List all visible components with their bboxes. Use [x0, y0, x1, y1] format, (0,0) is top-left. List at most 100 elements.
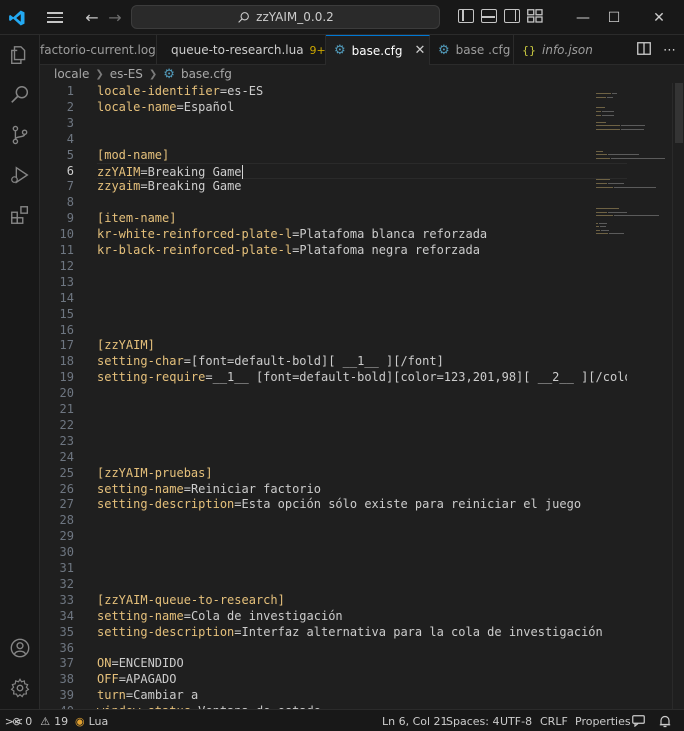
code-line[interactable]	[97, 115, 627, 131]
settings-gear-icon[interactable]	[0, 670, 40, 706]
tab-queue-to-research-lua[interactable]: queue-to-research.lua 9+	[157, 35, 326, 65]
code-line[interactable]: setting-char=[font=default-bold][ __1__ …	[97, 353, 627, 369]
code-line[interactable]: setting-name=Cola de investigación	[97, 608, 627, 624]
tab-factorio-current-log[interactable]: factorio-current.log	[40, 35, 157, 65]
tab-info-json[interactable]: {} info.json	[514, 35, 602, 65]
code-line[interactable]: ON=ENCENDIDO	[97, 655, 627, 671]
minimap-line	[596, 154, 607, 156]
line-number: 1	[66, 84, 74, 98]
code-editor[interactable]: 1 2 3 4 5 6 7 8 9 10 11 12 13 14 15 16 17 18 19 20 21 22 23 24 2…	[40, 83, 684, 709]
section-header: [item-name]	[97, 211, 177, 226]
code-line[interactable]	[97, 258, 627, 274]
code-line[interactable]: setting-description=Interfaz alternativa…	[97, 624, 627, 640]
code-line[interactable]	[97, 576, 627, 592]
code-line[interactable]	[97, 306, 627, 322]
code-line[interactable]	[97, 560, 627, 576]
line-number: 9	[66, 211, 74, 226]
code-line[interactable]	[97, 194, 627, 210]
section-header: [zzYAIM-queue-to-research]	[97, 592, 285, 607]
code-line[interactable]: turn=Cambiar a	[97, 687, 627, 703]
config-key: kr-black-reinforced-plate-l	[97, 243, 293, 257]
language-mode-indicator[interactable]: ◉ Lua	[75, 710, 108, 731]
breadcrumb-item[interactable]: base.cfg	[181, 67, 232, 81]
vertical-scrollbar[interactable]	[672, 83, 684, 709]
code-line[interactable]: setting-description=Esta opción sólo exi…	[97, 496, 627, 512]
feedback-icon[interactable]	[632, 710, 645, 731]
code-line[interactable]: [item-name]	[97, 210, 627, 226]
equals-sign: =	[234, 624, 242, 639]
code-line[interactable]	[97, 385, 627, 401]
line-number: 32	[59, 576, 74, 591]
code-line[interactable]	[97, 544, 627, 560]
close-tab-icon[interactable]: ✕	[415, 43, 426, 58]
command-center-search[interactable]: zzYAIM_0.0.2	[131, 5, 440, 29]
code-line[interactable]: [zzYAIM-pruebas]	[97, 465, 627, 481]
code-line[interactable]: locale-identifier=es-ES	[97, 83, 627, 99]
tab-base-cfg[interactable]: ⚙ base.cfg ✕	[326, 35, 430, 65]
customize-layout-icon[interactable]	[527, 9, 543, 23]
menu-icon[interactable]	[44, 0, 66, 35]
code-line[interactable]	[97, 512, 627, 528]
toggle-primary-sidebar-icon[interactable]	[458, 9, 474, 23]
code-line[interactable]	[97, 274, 627, 290]
config-value: [font=default-bold][ __1__ ][/font]	[190, 354, 444, 369]
code-line[interactable]	[97, 640, 627, 656]
line-number: 23	[59, 433, 74, 448]
code-line[interactable]: [zzYAIM-queue-to-research]	[97, 592, 627, 608]
config-key: setting-description	[97, 497, 235, 512]
config-key: locale-identifier	[97, 84, 220, 98]
more-actions-icon[interactable]: ⋯	[663, 43, 676, 58]
properties-button[interactable]: Properties	[575, 710, 631, 731]
code-line[interactable]: [mod-name]	[97, 147, 627, 163]
code-line[interactable]	[97, 449, 627, 465]
minimize-button[interactable]: —	[566, 0, 600, 35]
minimap-line	[602, 114, 615, 116]
extensions-icon[interactable]	[0, 197, 40, 233]
minimap-line	[596, 186, 614, 188]
code-line[interactable]	[97, 131, 627, 147]
problems-indicator[interactable]: ⊗ 0 ⚠ 19	[12, 710, 68, 731]
code-line[interactable]	[97, 290, 627, 306]
explorer-icon[interactable]	[0, 37, 40, 73]
code-line[interactable]: kr-black-reinforced-plate-l=Platafoma ne…	[97, 242, 627, 258]
breadcrumb-item[interactable]: es-ES	[110, 67, 143, 81]
search-icon[interactable]	[0, 77, 40, 113]
encoding-setting[interactable]: UTF-8	[500, 710, 532, 731]
scrollbar-thumb[interactable]	[675, 83, 683, 143]
toggle-secondary-sidebar-icon[interactable]	[504, 9, 520, 23]
run-and-debug-icon[interactable]	[0, 157, 40, 193]
back-arrow-icon[interactable]: ←	[83, 0, 101, 35]
line-number: 13	[59, 274, 74, 289]
maximize-button[interactable]: ☐	[597, 0, 631, 35]
forward-arrow-icon[interactable]: →	[106, 0, 124, 35]
minimap-line	[596, 96, 606, 98]
eol-setting[interactable]: CRLF	[540, 710, 568, 731]
code-line[interactable]: kr-white-reinforced-plate-l=Platafoma bl…	[97, 226, 627, 242]
minimap[interactable]	[592, 83, 670, 709]
code-line[interactable]	[97, 417, 627, 433]
code-line[interactable]: zzyaim=Breaking Game	[97, 178, 627, 194]
toggle-panel-icon[interactable]	[481, 9, 497, 23]
cursor-position[interactable]: Ln 6, Col 21	[382, 710, 448, 731]
code-line[interactable]	[97, 433, 627, 449]
split-editor-icon[interactable]	[637, 41, 651, 59]
code-line[interactable]	[97, 401, 627, 417]
indentation-setting[interactable]: Spaces: 4	[446, 710, 499, 731]
close-window-button[interactable]: ✕	[642, 0, 676, 35]
tab-base-cfg-2[interactable]: ⚙ base .cfg	[430, 35, 514, 65]
breadcrumb-item[interactable]: locale	[54, 67, 89, 81]
minimap-line	[596, 208, 620, 210]
code-line[interactable]: setting-require=__1__ [font=default-bold…	[97, 369, 627, 385]
notifications-bell-icon[interactable]	[659, 710, 671, 731]
code-line[interactable]	[97, 322, 627, 338]
account-icon[interactable]	[0, 630, 40, 666]
code-area[interactable]: locale-identifier=es-ES locale-name=Españ…	[97, 83, 627, 709]
code-line[interactable]: setting-name=Reiniciar factorio	[97, 481, 627, 497]
code-line[interactable]: locale-name=Español	[97, 99, 627, 115]
code-line[interactable]: zzYAIM=Breaking Game	[97, 162, 627, 179]
code-line[interactable]: [zzYAIM]	[97, 337, 627, 353]
status-bar: >< ⊗ 0 ⚠ 19 ◉ Lua Ln 6, Col 21 Spaces: 4…	[0, 709, 684, 731]
code-line[interactable]	[97, 528, 627, 544]
code-line[interactable]: OFF=APAGADO	[97, 671, 627, 687]
source-control-icon[interactable]	[0, 117, 40, 153]
